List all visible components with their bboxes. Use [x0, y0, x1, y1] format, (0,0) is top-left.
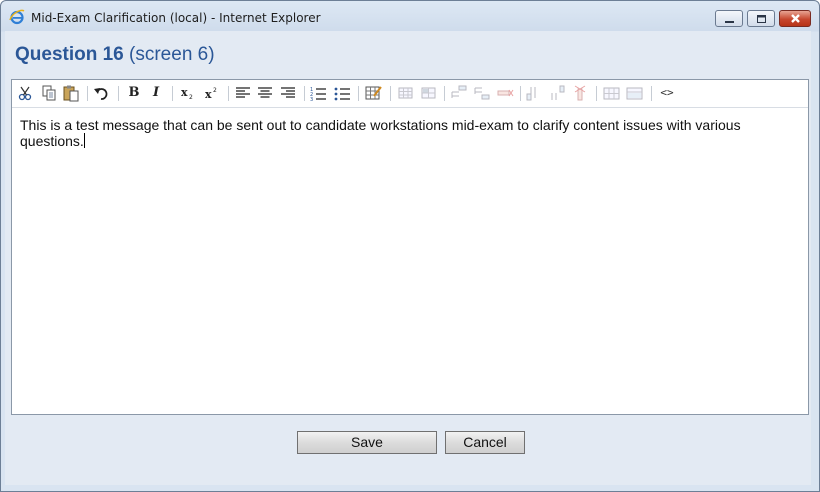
minimize-button[interactable] — [715, 10, 743, 27]
browser-window: Mid-Exam Clarification (local) - Interne… — [0, 0, 820, 492]
code-view-icon[interactable]: <> — [657, 84, 677, 102]
cell-props-icon[interactable] — [419, 84, 439, 102]
bold-icon[interactable]: B — [124, 84, 144, 102]
paste-icon[interactable] — [62, 84, 82, 102]
internet-explorer-icon — [9, 9, 25, 25]
cancel-button[interactable]: Cancel — [445, 431, 525, 454]
minimize-icon — [725, 21, 734, 23]
delete-col-icon[interactable] — [570, 84, 590, 102]
screen-number: (screen 6) — [129, 44, 215, 65]
copy-icon[interactable] — [40, 84, 60, 102]
svg-text:2: 2 — [213, 87, 217, 94]
italic-icon[interactable]: I — [146, 84, 166, 102]
cut-icon[interactable] — [16, 84, 36, 102]
table-props-icon[interactable] — [396, 84, 416, 102]
close-icon — [791, 14, 800, 23]
subscript-icon[interactable]: x2 — [178, 84, 198, 102]
close-button[interactable] — [779, 10, 811, 27]
svg-text:2: 2 — [189, 94, 193, 101]
dialog-body: Question 16 (screen 6) B I x 2 x 2 1 2 3… — [5, 31, 811, 485]
insert-col-after-icon[interactable] — [548, 84, 568, 102]
undo-icon[interactable] — [92, 84, 112, 102]
question-heading: Question 16 (screen 6) — [15, 44, 215, 66]
align-left-icon[interactable] — [233, 84, 253, 102]
insert-row-before-icon[interactable] — [449, 84, 469, 102]
svg-text:3: 3 — [310, 97, 313, 102]
message-text: This is a test message that can be sent … — [20, 117, 741, 149]
merge-cells-icon[interactable] — [625, 84, 645, 102]
insert-table-icon[interactable] — [364, 84, 384, 102]
save-button[interactable]: Save — [297, 431, 437, 454]
insert-row-after-icon[interactable] — [472, 84, 492, 102]
align-center-icon[interactable] — [255, 84, 275, 102]
align-right-icon[interactable] — [278, 84, 298, 102]
svg-text:x: x — [181, 86, 188, 99]
delete-row-icon[interactable] — [495, 84, 515, 102]
maximize-icon — [757, 15, 766, 23]
question-number: Question 16 — [15, 44, 124, 65]
superscript-icon[interactable]: x2 — [202, 84, 222, 102]
editor-toolbar: B I x2 x2 1 2 3 <> — [12, 80, 808, 108]
maximize-button[interactable] — [747, 10, 775, 27]
rich-text-editor: B I x2 x2 1 2 3 <> This is a test messag… — [11, 79, 809, 415]
ordered-list-icon[interactable]: 123 — [309, 84, 329, 102]
message-text-area[interactable]: This is a test message that can be sent … — [20, 117, 780, 149]
title-bar[interactable]: Mid-Exam Clarification (local) - Interne… — [1, 1, 819, 31]
unordered-list-icon[interactable] — [333, 84, 353, 102]
svg-text:x: x — [205, 88, 212, 101]
insert-col-before-icon[interactable] — [525, 84, 545, 102]
window-title: Mid-Exam Clarification (local) - Interne… — [31, 11, 321, 25]
split-cells-icon[interactable] — [602, 84, 622, 102]
text-caret — [83, 133, 85, 148]
